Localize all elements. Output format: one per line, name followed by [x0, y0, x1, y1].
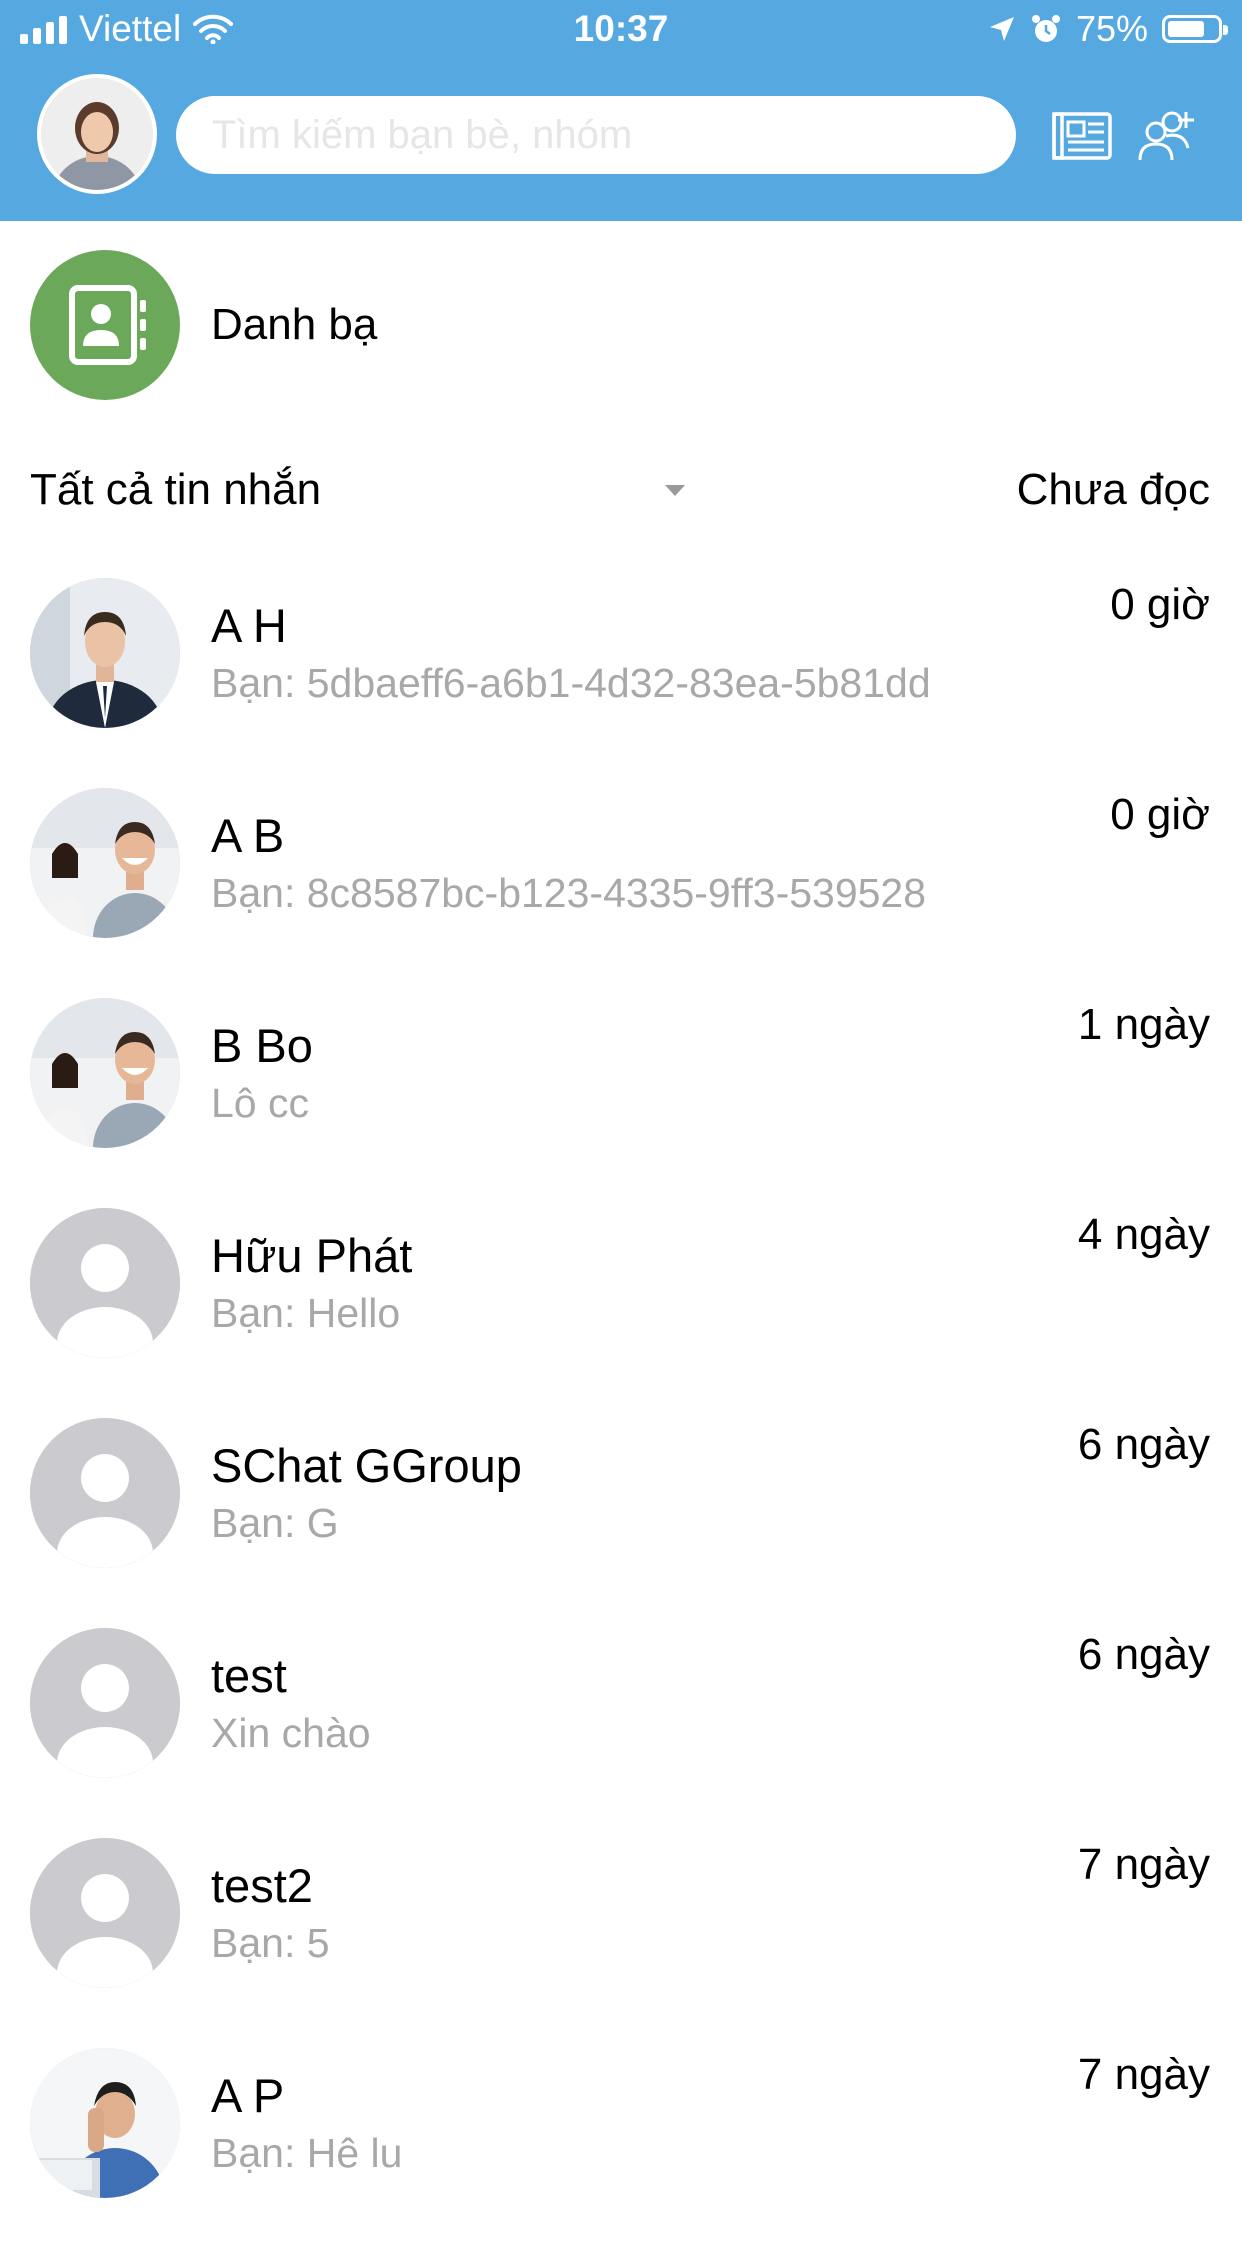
conversation-row[interactable]: B Bo Lô cc 1 ngày [0, 990, 1242, 1200]
conversation-row[interactable]: Hữu Phát Bạn: Hello 4 ngày [0, 1200, 1242, 1410]
conversation-row[interactable]: test2 Bạn: 5 7 ngày [0, 1830, 1242, 2040]
conversation-name: A H [211, 599, 287, 652]
avatar[interactable] [30, 2048, 180, 2198]
status-bar: Viettel 10:37 75% [0, 0, 1242, 62]
news-icon[interactable] [1050, 106, 1114, 166]
conversation-name: Hữu Phát [211, 1229, 413, 1282]
avatar[interactable] [30, 1418, 180, 1568]
conversation-row[interactable]: SChat GGroup Bạn: G 6 ngày [0, 1410, 1242, 1620]
conversation-last-message: Bạn: Hê lu [211, 2130, 403, 2176]
conversation-time: 6 ngày [1077, 1420, 1210, 1469]
conversation-time: 4 ngày [1077, 1210, 1210, 1259]
avatar[interactable] [30, 1838, 180, 1988]
message-filter-row: Tất cả tin nhắn Chưa đọc [0, 455, 1242, 525]
conversation-last-message: Bạn: G [211, 1500, 339, 1546]
contacts-entry[interactable]: Danh bạ [0, 250, 1242, 400]
conversation-name: test [211, 1649, 287, 1702]
conversation-time: 7 ngày [1077, 1840, 1210, 1889]
contacts-icon [30, 250, 180, 400]
alarm-icon [1031, 15, 1060, 42]
battery-percent: 75% [1075, 8, 1148, 49]
my-avatar[interactable] [37, 74, 157, 194]
conversation-time: 0 giờ [1110, 790, 1210, 839]
search-input[interactable] [176, 96, 1016, 174]
conversation-name: A B [211, 809, 285, 862]
caret-down-icon[interactable] [665, 485, 685, 496]
conversation-last-message: Bạn: 8c8587bc-b123-4335-9ff3-539528 [211, 870, 927, 916]
conversation-row[interactable]: A H Bạn: 5dbaeff6-a6b1-4d32-83ea-5b81dd 0 … [0, 570, 1242, 780]
conversation-row[interactable]: A P Bạn: Hê lu 7 ngày [0, 2040, 1242, 2250]
conversation-time: 0 giờ [1110, 580, 1210, 629]
avatar[interactable] [30, 578, 180, 728]
conversation-name: B Bo [211, 1019, 313, 1072]
location-arrow-icon [989, 17, 1014, 41]
conversation-time: 6 ngày [1077, 1630, 1210, 1679]
conversation-name: A P [211, 2069, 285, 2122]
avatar[interactable] [30, 788, 180, 938]
conversation-last-message: Bạn: Hello [211, 1290, 401, 1336]
conversation-last-message: Bạn: 5 [211, 1920, 330, 1966]
conversation-list: A H Bạn: 5dbaeff6-a6b1-4d32-83ea-5b81dd 0 … [0, 570, 1242, 2250]
conversation-time: 7 ngày [1077, 2050, 1210, 2099]
conversation-last-message: Bạn: 5dbaeff6-a6b1-4d32-83ea-5b81dd [211, 660, 931, 706]
avatar[interactable] [30, 1208, 180, 1358]
avatar[interactable] [30, 1628, 180, 1778]
conversation-name: test2 [211, 1859, 313, 1912]
contacts-label: Danh bạ [211, 300, 378, 349]
battery-icon [1162, 15, 1228, 43]
unread-filter-button[interactable]: Chưa đọc [1017, 465, 1210, 515]
message-filter-dropdown[interactable]: Tất cả tin nhắn [30, 465, 321, 515]
conversation-last-message: Xin chào [211, 1710, 371, 1756]
add-user-icon[interactable] [1136, 106, 1200, 166]
conversation-row[interactable]: test Xin chào 6 ngày [0, 1620, 1242, 1830]
conversation-name: SChat GGroup [211, 1439, 522, 1492]
conversation-time: 1 ngày [1077, 1000, 1210, 1049]
conversation-last-message: Lô cc [211, 1080, 309, 1126]
avatar[interactable] [30, 998, 180, 1148]
app-header: Viettel 10:37 75% [0, 0, 1242, 221]
conversation-row[interactable]: A B Bạn: 8c8587bc-b123-4335-9ff3-539528 0 … [0, 780, 1242, 990]
